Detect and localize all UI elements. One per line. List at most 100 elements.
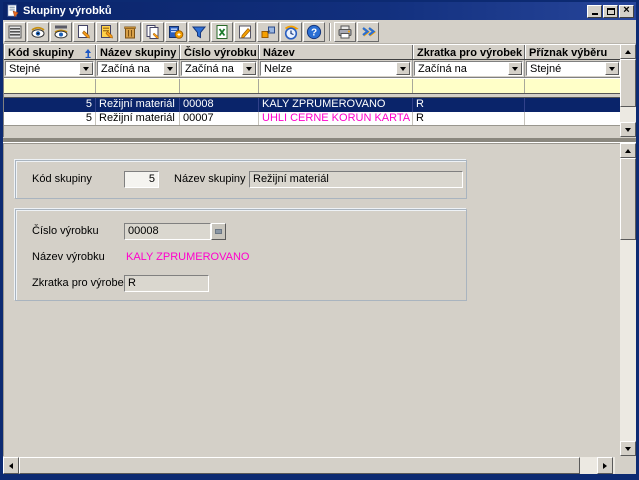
close-button[interactable]: × <box>619 5 634 18</box>
close-icon: × <box>623 5 629 16</box>
edit-record-button[interactable] <box>96 22 118 42</box>
scroll-down-button[interactable] <box>620 122 636 137</box>
horizontal-scrollbar[interactable] <box>3 457 615 474</box>
edit-record-icon <box>99 24 115 40</box>
column-header-kod-skupiny[interactable]: Kód skupiny1 <box>4 45 96 59</box>
view-record-button[interactable] <box>27 22 49 42</box>
grid-header-row: Kód skupiny1 Název skupiny Číslo výrobku… <box>4 44 621 60</box>
filter-combo-cislo-vyrobku[interactable]: Začíná na <box>181 61 257 76</box>
cell-kod-skupiny[interactable]: 5 <box>4 112 96 125</box>
scroll-right-icon <box>603 463 607 469</box>
column-header-label: Příznak výběru <box>529 47 607 59</box>
nazev-skupiny-field[interactable]: Režijní materiál <box>249 171 463 188</box>
list-view-button[interactable] <box>4 22 26 42</box>
cell-nazev-skupiny[interactable]: Režijní materiál <box>96 98 180 112</box>
cell-nazev[interactable]: KALY ZPRUMEROVANO <box>259 98 413 112</box>
column-header-cislo-vyrobku[interactable]: Číslo výrobku <box>180 45 259 59</box>
filter-value: Začíná na <box>182 63 242 75</box>
form-vertical-scrollbar[interactable] <box>620 143 636 456</box>
scroll-thumb[interactable] <box>19 457 580 474</box>
copy-record-button[interactable] <box>142 22 164 42</box>
cell-zkratka[interactable]: R <box>413 98 525 112</box>
cell-nazev-skupiny[interactable]: Režijní materiál <box>96 112 180 125</box>
scroll-up-button[interactable] <box>620 143 636 158</box>
excel-export-icon <box>214 24 230 40</box>
cell-priznak[interactable] <box>525 112 621 125</box>
cell-priznak[interactable] <box>525 98 621 112</box>
cell-cislo-vyrobku[interactable]: 00007 <box>180 112 259 125</box>
cell-zkratka[interactable]: R <box>413 112 525 125</box>
new-record-button[interactable] <box>73 22 95 42</box>
print-icon <box>337 24 353 40</box>
cell-cislo-vyrobku[interactable]: 00008 <box>180 98 259 112</box>
kod-skupiny-label: Kód skupiny <box>32 173 92 185</box>
filter-value: Stejné <box>527 63 605 75</box>
minimize-icon <box>592 13 598 15</box>
link-records-button[interactable] <box>257 22 279 42</box>
zkratka-label: Zkratka pro výrobek <box>32 277 129 289</box>
cislo-vyrobku-field[interactable]: 00008 <box>124 223 211 240</box>
filter-combo-zkratka[interactable]: Začíná na <box>414 61 523 76</box>
cell-nazev[interactable]: UHLI CERNE KORUN KARTA <box>259 112 413 125</box>
scroll-left-button[interactable] <box>3 457 19 474</box>
dropdown-arrow-icon[interactable] <box>163 62 177 75</box>
cislo-vyrobku-label: Číslo výrobku <box>32 225 99 237</box>
column-header-priznak[interactable]: Příznak výběru <box>525 45 621 59</box>
dropdown-arrow-icon[interactable] <box>605 62 619 75</box>
dropdown-arrow-icon[interactable] <box>396 62 410 75</box>
delete-record-button[interactable] <box>119 22 141 42</box>
cislo-vyrobku-browse-button[interactable] <box>211 223 226 240</box>
filter-combo-nazev[interactable]: Nelze <box>260 61 411 76</box>
column-header-nazev[interactable]: Název <box>259 45 413 59</box>
excel-export-button[interactable] <box>211 22 233 42</box>
minimize-button[interactable] <box>587 5 602 18</box>
grid-vertical-scrollbar[interactable] <box>620 44 636 137</box>
dropdown-arrow-icon[interactable] <box>508 62 522 75</box>
grid-new-record-row[interactable] <box>4 78 621 93</box>
maximize-button[interactable] <box>603 5 618 18</box>
dropdown-arrow-icon[interactable] <box>79 62 93 75</box>
filter-value: Začíná na <box>98 63 163 75</box>
zkratka-field[interactable]: R <box>124 275 209 292</box>
history-clock-button[interactable] <box>280 22 302 42</box>
filter-button[interactable] <box>188 22 210 42</box>
column-header-zkratka[interactable]: Zkratka pro výrobek <box>413 45 525 59</box>
edit-note-button[interactable] <box>234 22 256 42</box>
kod-skupiny-field[interactable]: 5 <box>124 171 159 188</box>
filter-value: Začíná na <box>415 63 508 75</box>
scroll-left-icon <box>9 463 13 469</box>
scroll-thumb[interactable] <box>620 158 636 240</box>
grid-row[interactable]: 5 Režijní materiál 00007 UHLI CERNE KORU… <box>4 112 621 125</box>
column-header-nazev-skupiny[interactable]: Název skupiny <box>96 45 180 59</box>
group-skupina: Kód skupiny 5 Název skupiny Režijní mate… <box>15 160 467 199</box>
scroll-down-button[interactable] <box>620 441 636 456</box>
window-inner: Skupiny výrobků × ? Kód skupiny1 Název s… <box>3 2 636 474</box>
app-window: Skupiny výrobků × ? Kód skupiny1 Název s… <box>0 0 639 480</box>
toolbar-separator <box>329 23 331 41</box>
scroll-thumb[interactable] <box>620 59 636 107</box>
copy-record-icon <box>145 24 161 40</box>
browse-icon <box>215 229 222 234</box>
grid-filter-row: Stejné Začíná na Začíná na Nelze Začíná … <box>4 60 621 78</box>
window-title: Skupiny výrobků <box>23 5 586 17</box>
edit-note-icon <box>237 24 253 40</box>
dropdown-arrow-icon[interactable] <box>242 62 256 75</box>
new-record-icon <box>76 24 92 40</box>
title-bar[interactable]: Skupiny výrobků × <box>3 2 636 20</box>
scroll-right-button[interactable] <box>597 457 613 474</box>
view-hidden-icon <box>53 24 69 40</box>
print-button[interactable] <box>334 22 356 42</box>
help-button[interactable]: ? <box>303 22 325 42</box>
more-chevrons-icon <box>360 24 376 40</box>
grid-row-selected[interactable]: 5 Režijní materiál 00008 KALY ZPRUMEROVA… <box>4 98 621 112</box>
scroll-up-button[interactable] <box>620 44 636 59</box>
filter-combo-nazev-skupiny[interactable]: Začíná na <box>97 61 178 76</box>
cell-kod-skupiny[interactable]: 5 <box>4 98 96 112</box>
filter-combo-kod-skupiny[interactable]: Stejné <box>5 61 94 76</box>
batch-action-button[interactable] <box>165 22 187 42</box>
more-chevrons-button[interactable] <box>357 22 379 42</box>
view-hidden-button[interactable] <box>50 22 72 42</box>
scroll-down-icon <box>625 128 631 132</box>
scroll-up-icon <box>625 50 631 54</box>
filter-combo-priznak[interactable]: Stejné <box>526 61 620 76</box>
